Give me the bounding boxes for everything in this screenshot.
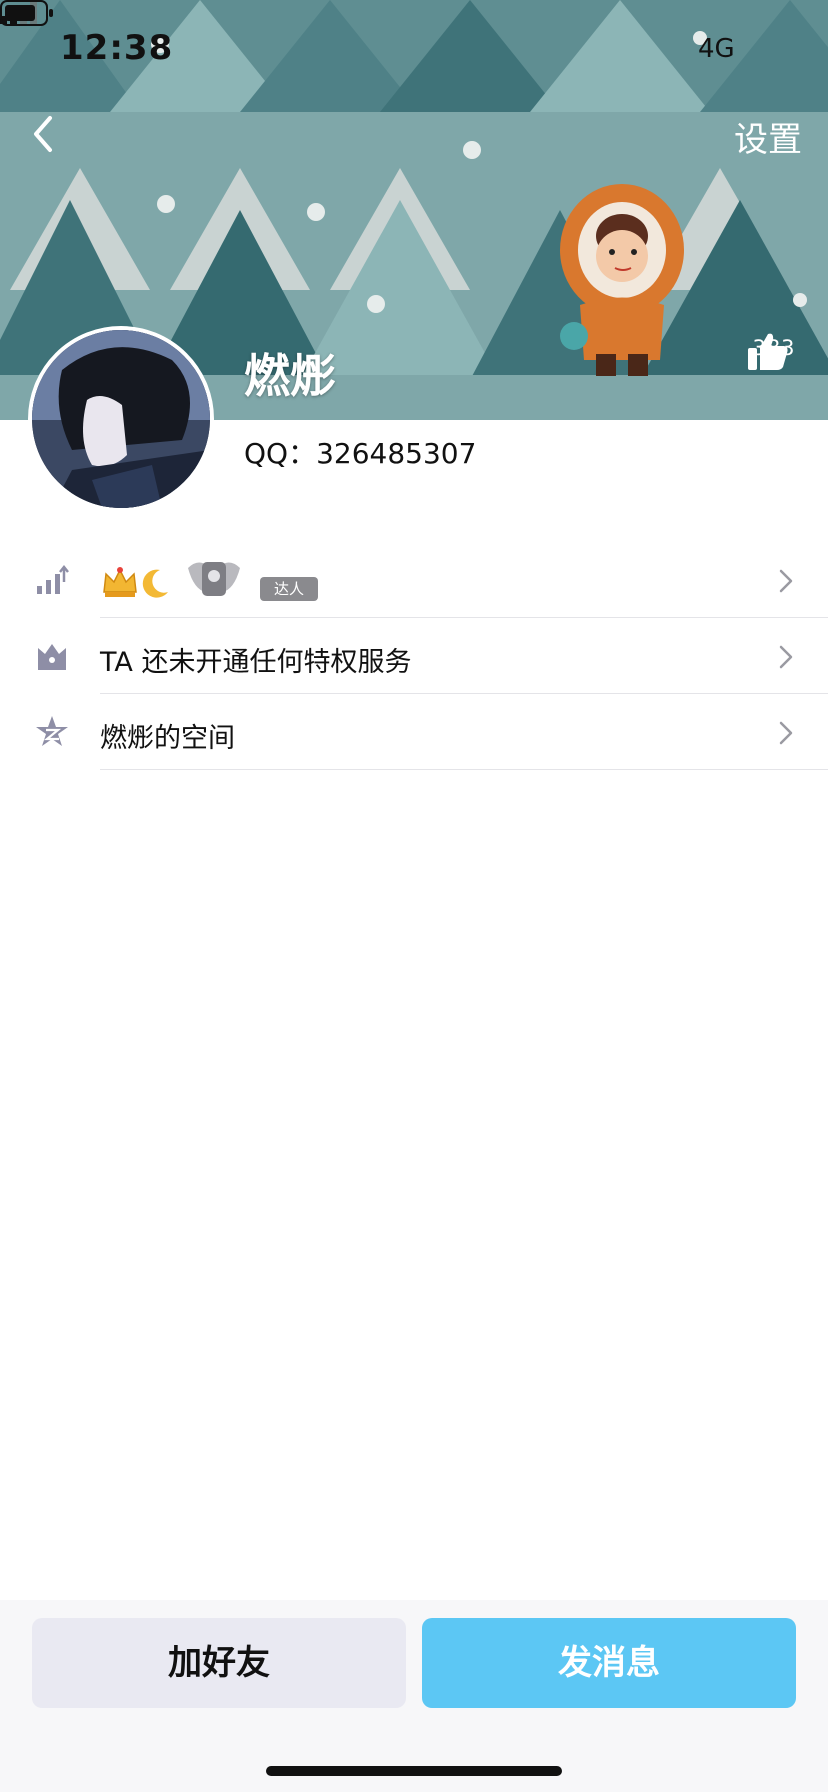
level-icon [37,564,69,594]
chevron-right-icon [779,569,793,593]
battery-icon [0,0,53,26]
qq-number: QQ：326485307 [244,437,477,470]
profile-nickname: 燃烿 [244,349,336,403]
qzone-icon [36,716,68,746]
thumbs-up-icon [748,333,788,370]
chevron-right-icon [779,721,793,745]
avatar[interactable] [28,326,214,512]
send-message-button[interactable]: 发消息 [422,1618,796,1708]
back-button[interactable] [26,108,86,168]
avatar-image [32,330,210,508]
daren-badge-icon [188,562,240,596]
status-bar: 12:38 4G [0,0,828,100]
profile-info-list: 达人 TA 还未开通任何特权服务 燃烿的空间 [0,542,828,770]
chevron-right-icon [779,645,793,669]
level-row[interactable]: 达人 [0,542,828,618]
privilege-row[interactable]: TA 还未开通任何特权服务 [0,618,828,694]
qzone-text: 燃烿的空间 [100,723,235,754]
home-indicator [266,1766,562,1776]
moon-icon [142,569,168,598]
bottom-action-bar: 加好友 发消息 [0,1600,828,1792]
back-icon [34,116,52,152]
qzone-row[interactable]: 燃烿的空间 [0,694,828,770]
settings-button[interactable]: 设置 [734,112,802,161]
crown-icon [103,567,137,597]
daren-label: 达人 [260,577,318,601]
network-type: 4G [698,34,735,64]
privilege-text: TA 还未开通任何特权服务 [100,647,412,678]
like-button[interactable]: 383 [746,332,802,412]
add-friend-button[interactable]: 加好友 [32,1618,406,1708]
divider [100,769,828,770]
privilege-icon [38,644,66,670]
status-time: 12:38 [60,28,174,68]
